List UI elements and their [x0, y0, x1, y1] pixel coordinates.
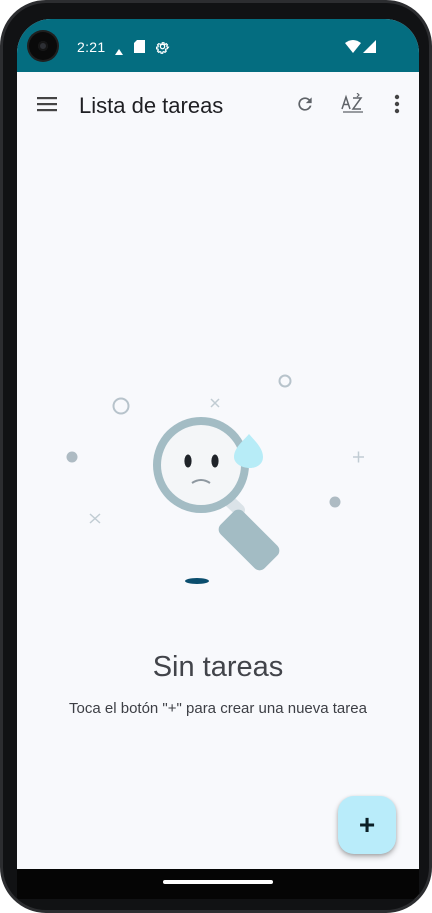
empty-state-title: Sin tareas	[152, 651, 284, 683]
gesture-handle[interactable]	[163, 880, 273, 884]
add-icon: +	[358, 809, 376, 840]
sd-card-icon	[134, 40, 145, 58]
phone-frame: 2:21 Lista de tareas Sin tareas Toca el …	[0, 0, 432, 913]
refresh-button[interactable]	[289, 90, 321, 122]
empty-state-subtitle: Toca el botón "+" para crear una nueva t…	[69, 700, 367, 717]
add-task-button[interactable]: +	[338, 796, 396, 854]
navigation-bar	[17, 869, 419, 899]
app-bar: Lista de tareas	[17, 72, 419, 140]
sort-az-button[interactable]	[337, 90, 369, 122]
refresh-icon	[295, 94, 315, 119]
page-title: Lista de tareas	[79, 93, 224, 118]
more-options-button[interactable]	[381, 90, 413, 122]
settings-icon	[155, 39, 170, 59]
cell-signal-icon	[363, 40, 376, 58]
status-time: 2:21	[77, 39, 106, 55]
front-camera	[29, 32, 57, 60]
menu-icon	[37, 96, 57, 117]
screen: 2:21 Lista de tareas Sin tareas Toca el …	[17, 19, 419, 899]
menu-button[interactable]	[31, 90, 63, 122]
status-bar: 2:21	[17, 19, 419, 72]
more-vert-icon	[394, 94, 400, 119]
sort-az-icon	[341, 92, 365, 120]
notification-icon	[114, 43, 124, 61]
empty-state-illustration	[17, 359, 419, 599]
wifi-icon	[345, 40, 361, 58]
